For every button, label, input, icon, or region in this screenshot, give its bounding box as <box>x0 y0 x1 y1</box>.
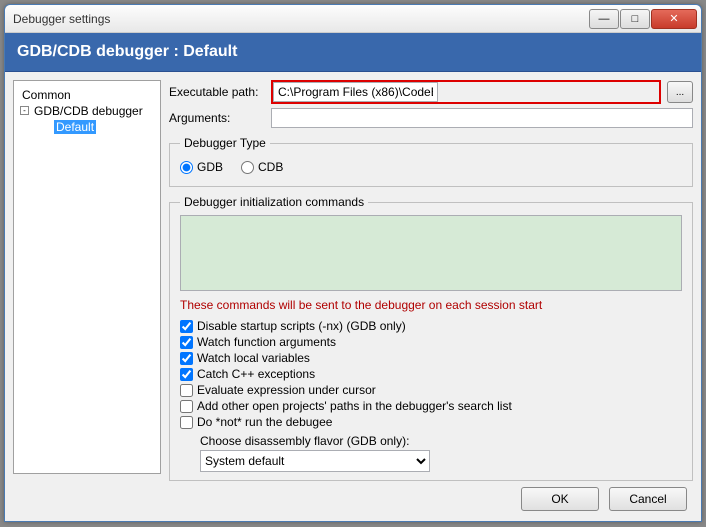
arguments-input[interactable] <box>271 108 693 128</box>
radio-cdb-label: CDB <box>258 160 283 174</box>
tree-item-gdbcdb[interactable]: - GDB/CDB debugger <box>18 103 156 119</box>
check-watch-args[interactable]: Watch function arguments <box>180 334 682 350</box>
check-eval-cursor-input[interactable] <box>180 384 193 397</box>
check-label: Add other open projects' paths in the de… <box>197 399 512 413</box>
radio-gdb-input[interactable] <box>180 161 193 174</box>
check-watch-locals[interactable]: Watch local variables <box>180 350 682 366</box>
tree-item-label: Common <box>22 88 71 102</box>
radio-gdb[interactable]: GDB <box>180 160 223 174</box>
check-label: Watch local variables <box>197 351 310 365</box>
settings-form: Executable path: ... Arguments: Debugger… <box>169 80 693 474</box>
check-no-run[interactable]: Do *not* run the debugee <box>180 414 682 430</box>
page-title: GDB/CDB debugger : Default <box>5 33 701 72</box>
titlebar[interactable]: Debugger settings — □ ✕ <box>5 5 701 33</box>
init-commands-legend: Debugger initialization commands <box>180 195 368 209</box>
check-watch-locals-input[interactable] <box>180 352 193 365</box>
check-disable-startup[interactable]: Disable startup scripts (-nx) (GDB only) <box>180 318 682 334</box>
category-tree[interactable]: Common - GDB/CDB debugger Default <box>13 80 161 474</box>
tree-item-label: GDB/CDB debugger <box>34 104 143 118</box>
disasm-label: Choose disassembly flavor (GDB only): <box>180 430 682 450</box>
radio-gdb-label: GDB <box>197 160 223 174</box>
tree-item-default[interactable]: Default <box>18 119 156 135</box>
check-no-run-input[interactable] <box>180 416 193 429</box>
check-catch-cpp[interactable]: Catch C++ exceptions <box>180 366 682 382</box>
check-label: Watch function arguments <box>197 335 336 349</box>
init-commands-textarea[interactable] <box>180 215 682 291</box>
debugger-type-group: Debugger Type GDB CDB <box>169 136 693 187</box>
check-catch-cpp-input[interactable] <box>180 368 193 381</box>
tree-item-label: Default <box>54 120 96 134</box>
arguments-label: Arguments: <box>169 111 265 125</box>
browse-button[interactable]: ... <box>667 81 693 103</box>
close-button[interactable]: ✕ <box>651 9 697 29</box>
check-label: Do *not* run the debugee <box>197 415 332 429</box>
init-commands-note: These commands will be sent to the debug… <box>180 294 682 318</box>
tree-item-common[interactable]: Common <box>18 87 156 103</box>
ok-button[interactable]: OK <box>521 487 599 511</box>
radio-cdb[interactable]: CDB <box>241 160 283 174</box>
cancel-button[interactable]: Cancel <box>609 487 687 511</box>
debugger-type-legend: Debugger Type <box>180 136 270 150</box>
exec-path-input[interactable] <box>273 82 438 102</box>
check-watch-args-input[interactable] <box>180 336 193 349</box>
check-disable-startup-input[interactable] <box>180 320 193 333</box>
disasm-select[interactable]: System default <box>200 450 430 472</box>
window-title: Debugger settings <box>13 12 588 26</box>
dialog-window: Debugger settings — □ ✕ GDB/CDB debugger… <box>4 4 702 522</box>
check-label: Catch C++ exceptions <box>197 367 315 381</box>
tree-collapse-icon[interactable]: - <box>20 106 29 115</box>
check-label: Disable startup scripts (-nx) (GDB only) <box>197 319 406 333</box>
radio-cdb-input[interactable] <box>241 161 254 174</box>
check-label: Evaluate expression under cursor <box>197 383 376 397</box>
check-eval-cursor[interactable]: Evaluate expression under cursor <box>180 382 682 398</box>
minimize-button[interactable]: — <box>589 9 619 29</box>
maximize-button[interactable]: □ <box>620 9 650 29</box>
exec-path-label: Executable path: <box>169 85 265 99</box>
check-add-paths[interactable]: Add other open projects' paths in the de… <box>180 398 682 414</box>
init-commands-group: Debugger initialization commands These c… <box>169 195 693 481</box>
check-add-paths-input[interactable] <box>180 400 193 413</box>
